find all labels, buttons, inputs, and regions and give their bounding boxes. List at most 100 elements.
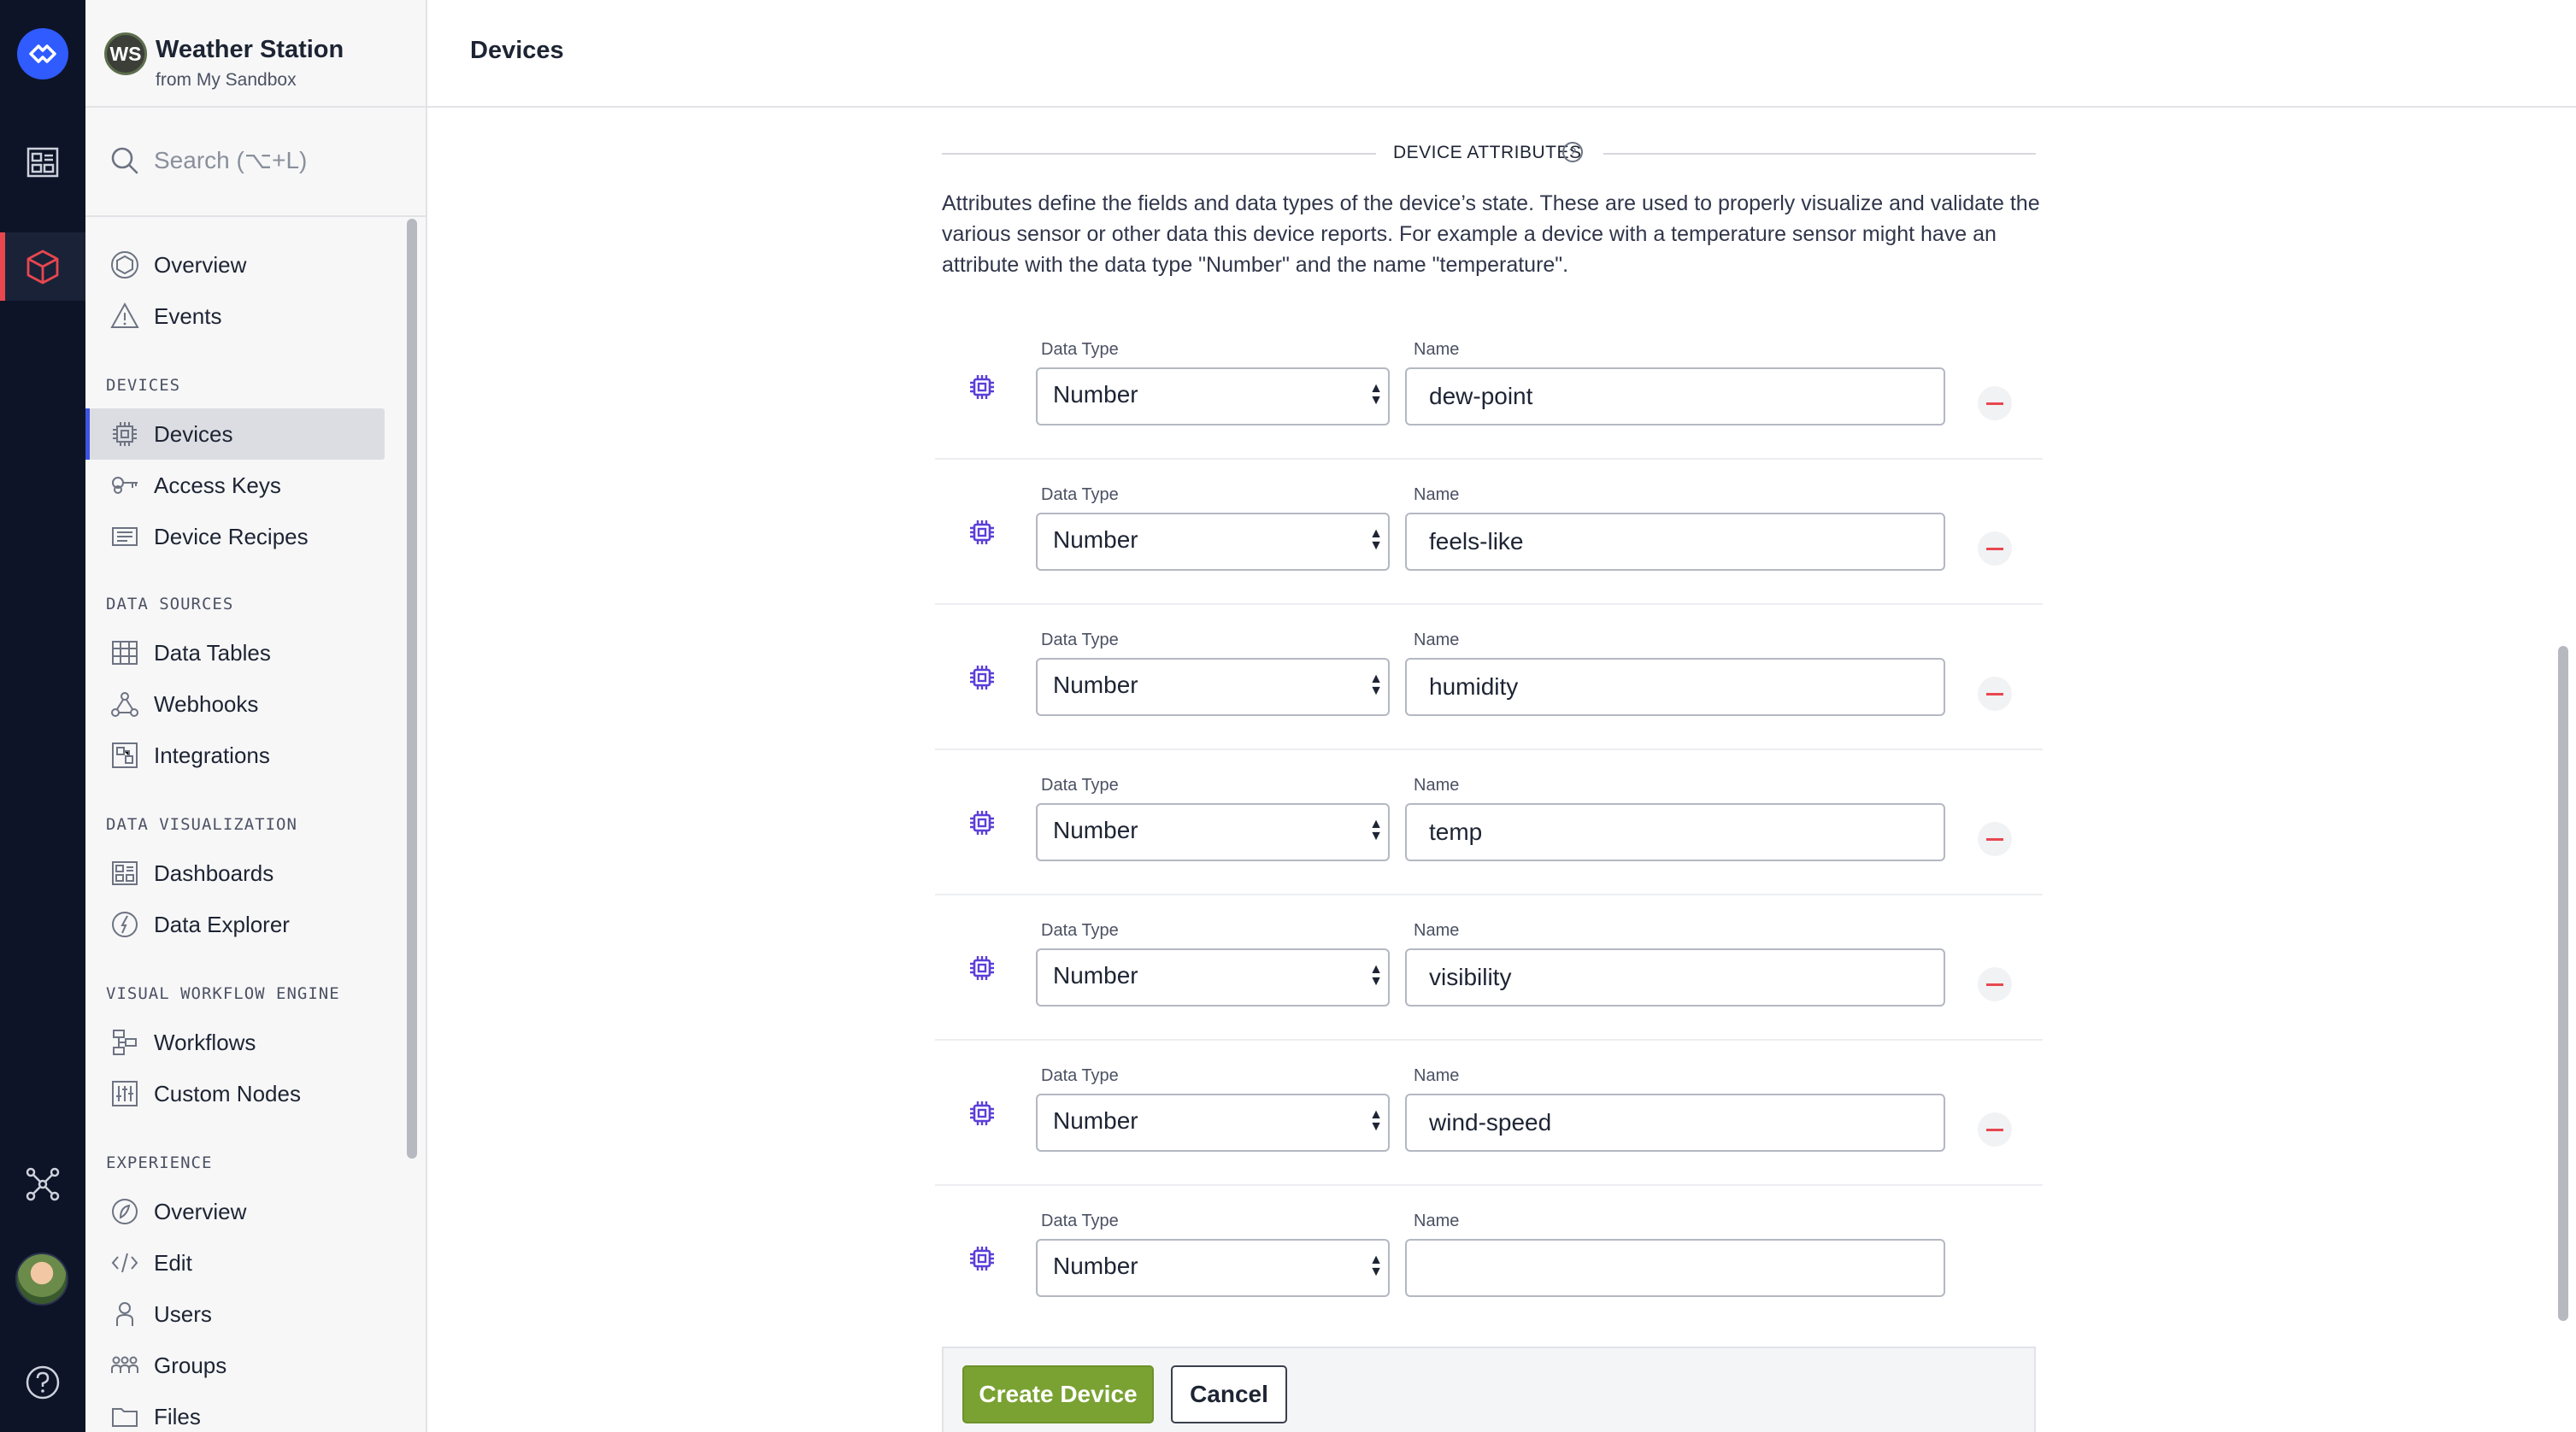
select-arrows-icon: ▲ ▼: [1369, 962, 1383, 989]
losant-logo-icon[interactable]: [17, 28, 68, 79]
search-input[interactable]: Search (⌥+L): [154, 146, 307, 174]
sidebar-item-users[interactable]: Users: [89, 1288, 385, 1340]
help-icon[interactable]: [0, 1348, 85, 1417]
data-type-select[interactable]: Number ▲ ▼: [1036, 1239, 1390, 1297]
remove-attribute-button[interactable]: [1978, 531, 2012, 566]
remove-attribute-button[interactable]: [1978, 1112, 2012, 1147]
data-type-select[interactable]: Number ▲ ▼: [1036, 513, 1390, 571]
sidebar-item-edit[interactable]: Edit: [89, 1237, 385, 1288]
sidebar-item-workflows[interactable]: Workflows: [89, 1017, 385, 1068]
nav-section-heading: DEVICES: [106, 376, 181, 395]
remove-attribute-button[interactable]: [1978, 967, 2012, 1001]
data-type-select[interactable]: Number ▲ ▼: [1036, 367, 1390, 425]
chip-icon: [967, 1099, 997, 1132]
rail-applications-icon[interactable]: [0, 232, 85, 301]
overview-icon: [109, 249, 140, 280]
attribute-name-input[interactable]: wind-speed: [1405, 1094, 1945, 1152]
sidebar-item-label: Edit: [154, 1249, 192, 1276]
main-scrollbar[interactable]: [2558, 646, 2568, 1321]
sidebar-item-label: Overview: [154, 251, 247, 278]
attribute-name-input[interactable]: humidity: [1405, 658, 1945, 716]
data-type-value: Number: [1053, 526, 1138, 553]
sidebar-item-device-recipes[interactable]: Device Recipes: [89, 511, 385, 562]
application-sidebar: WS Weather Station from My Sandbox Searc…: [85, 0, 427, 1432]
sidebar-item-label: Custom Nodes: [154, 1080, 301, 1106]
sidebar-item-label: Webhooks: [154, 690, 259, 717]
name-label: Name: [1414, 921, 1460, 940]
select-arrows-icon: ▲ ▼: [1369, 1253, 1383, 1279]
remove-attribute-button[interactable]: [1978, 677, 2012, 711]
sidebar-item-label: Integrations: [154, 742, 270, 768]
rail-network-icon[interactable]: [0, 1150, 85, 1218]
compass-icon: [109, 909, 140, 940]
chip-icon: [967, 373, 997, 406]
data-type-select[interactable]: Number ▲ ▼: [1036, 948, 1390, 1007]
minus-icon: [1986, 547, 2003, 550]
data-type-label: Data Type: [1041, 631, 1119, 649]
attribute-row: Data Type Name Number ▲ ▼ wind-speed: [935, 1041, 2043, 1186]
name-label: Name: [1414, 485, 1460, 504]
name-label: Name: [1414, 1212, 1460, 1230]
application-avatar: WS: [104, 32, 147, 75]
sidebar-scrollbar[interactable]: [407, 219, 417, 1159]
sidebar-item-experience-overview[interactable]: Overview: [89, 1186, 385, 1237]
application-header[interactable]: WS Weather Station from My Sandbox: [85, 0, 426, 108]
webhook-icon: [109, 689, 140, 719]
form-actions: Create Device Cancel: [942, 1347, 2036, 1432]
sidebar-item-data-explorer[interactable]: Data Explorer: [89, 899, 385, 950]
sidebar-item-access-keys[interactable]: Access Keys: [89, 460, 385, 511]
divider: [1603, 153, 2036, 155]
sidebar-search[interactable]: Search (⌥+L): [85, 108, 426, 217]
sidebar-item-label: Overview: [154, 1198, 247, 1224]
table-icon: [109, 637, 140, 668]
sidebar-item-devices[interactable]: Devices: [85, 408, 385, 460]
attribute-name-input[interactable]: dew-point: [1405, 367, 1945, 425]
key-icon: [109, 470, 140, 501]
sidebar-item-events[interactable]: Events: [89, 291, 385, 342]
chip-icon: [967, 518, 997, 551]
nav-section-heading: EXPERIENCE: [106, 1153, 213, 1172]
sidebar-item-webhooks[interactable]: Webhooks: [89, 678, 385, 730]
cancel-button[interactable]: Cancel: [1171, 1365, 1287, 1423]
select-arrows-icon: ▲ ▼: [1369, 672, 1383, 698]
application-name[interactable]: Weather Station: [156, 36, 344, 64]
create-device-button[interactable]: Create Device: [962, 1365, 1154, 1423]
sidebar-item-overview[interactable]: Overview: [89, 239, 385, 291]
user-avatar[interactable]: [15, 1253, 68, 1306]
attribute-name-input[interactable]: feels-like: [1405, 513, 1945, 571]
sidebar-item-label: Users: [154, 1300, 212, 1327]
data-type-select[interactable]: Number ▲ ▼: [1036, 803, 1390, 861]
sidebar-item-dashboards[interactable]: Dashboards: [89, 848, 385, 899]
question-circle-icon[interactable]: ?: [1562, 142, 1583, 162]
chip-icon: [967, 1244, 997, 1277]
attribute-name-input[interactable]: visibility: [1405, 948, 1945, 1007]
sidebar-item-integrations[interactable]: Integrations: [89, 730, 385, 781]
data-type-value: Number: [1053, 817, 1138, 843]
attribute-name-input[interactable]: [1405, 1239, 1945, 1297]
select-arrows-icon: ▲ ▼: [1369, 817, 1383, 843]
sidebar-item-label: Events: [154, 302, 222, 329]
divider: [942, 153, 1376, 155]
sidebar-item-data-tables[interactable]: Data Tables: [89, 627, 385, 678]
page-header: Devices: [427, 0, 2576, 108]
remove-attribute-button[interactable]: [1978, 822, 2012, 856]
sidebar-item-custom-nodes[interactable]: Custom Nodes: [89, 1068, 385, 1119]
sidebar-item-files[interactable]: Files: [89, 1391, 385, 1432]
sidebar-item-label: Groups: [154, 1352, 227, 1378]
minus-icon: [1986, 1128, 2003, 1131]
data-type-select[interactable]: Number ▲ ▼: [1036, 1094, 1390, 1152]
rail-dashboards-icon[interactable]: [0, 128, 85, 197]
search-icon: [109, 145, 140, 180]
attribute-name-input[interactable]: temp: [1405, 803, 1945, 861]
main-content: DEVICE ATTRIBUTES ? Attributes define th…: [427, 109, 2576, 1432]
select-arrows-icon: ▲ ▼: [1369, 1107, 1383, 1134]
chip-icon: [109, 419, 140, 449]
data-type-select[interactable]: Number ▲ ▼: [1036, 658, 1390, 716]
attribute-row: Data Type Name Number ▲ ▼ humidity: [935, 605, 2043, 750]
folder-icon: [109, 1401, 140, 1432]
sidebar-item-label: Files: [154, 1403, 201, 1429]
data-type-label: Data Type: [1041, 776, 1119, 795]
user-icon: [109, 1299, 140, 1329]
sidebar-item-groups[interactable]: Groups: [89, 1340, 385, 1391]
remove-attribute-button[interactable]: [1978, 386, 2012, 420]
